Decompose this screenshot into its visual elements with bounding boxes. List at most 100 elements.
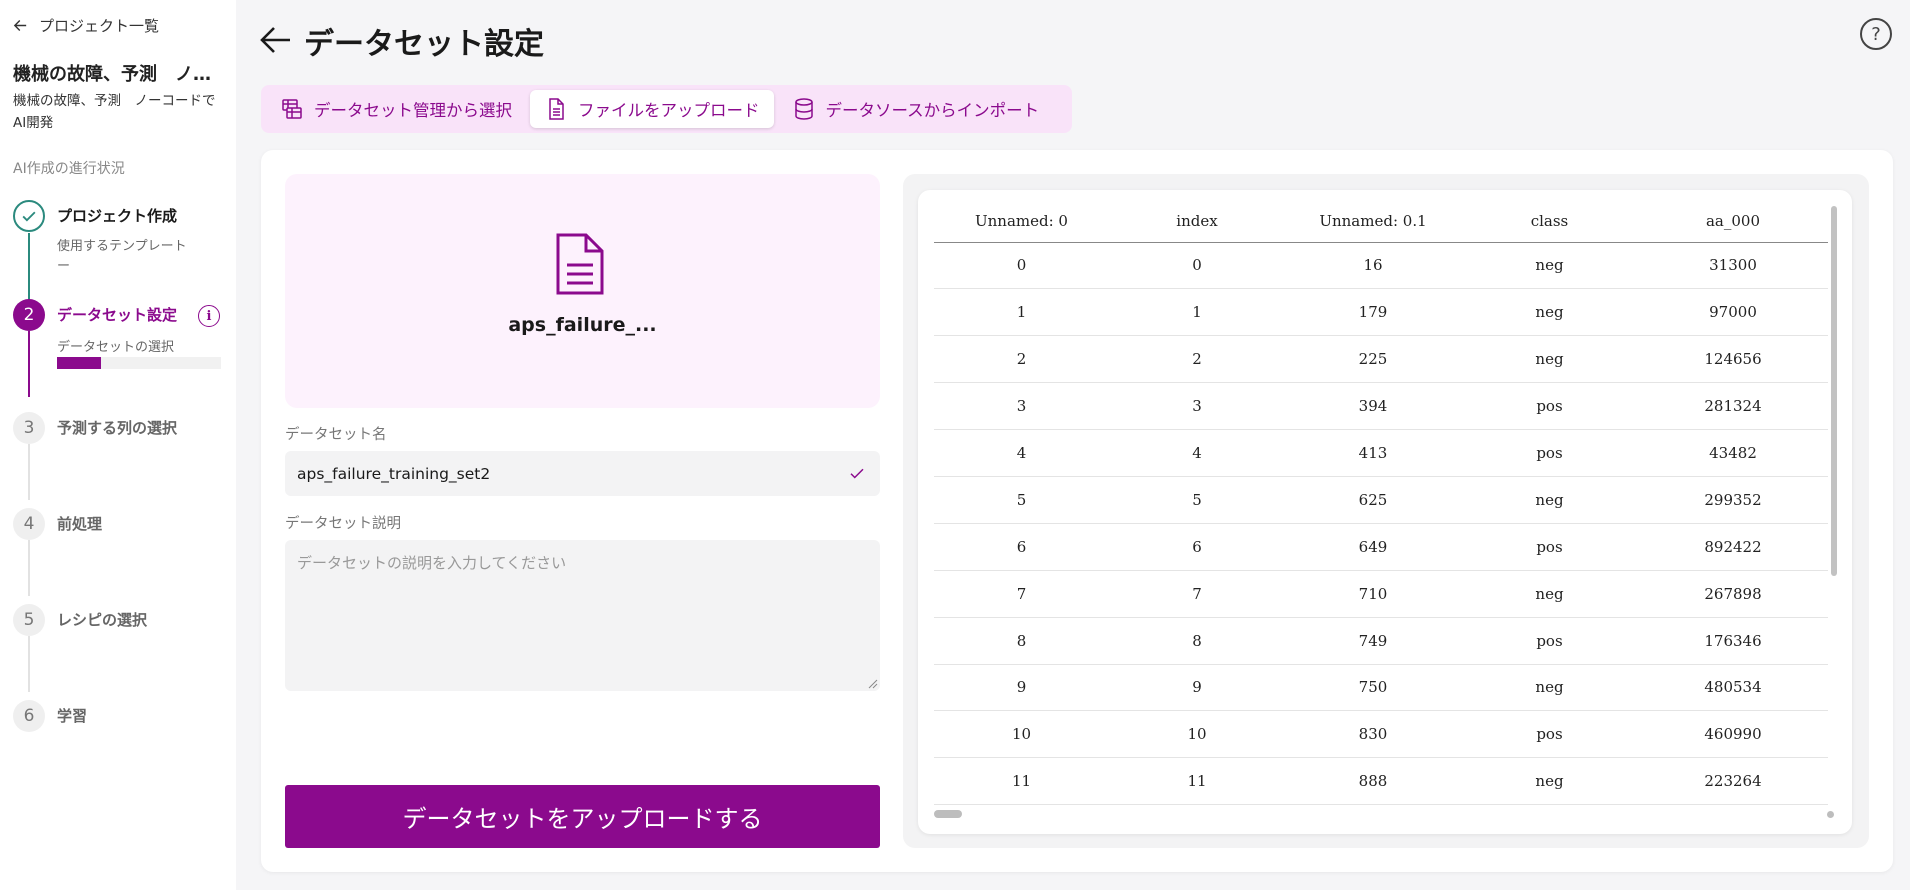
table-row: 5 5 625 neg 299352	[934, 476, 1828, 524]
sidebar: プロジェクト一覧 機械の故障、予測 ノーコードでAI開発 機械の故障、予測 ノー…	[0, 0, 236, 890]
step-title: 前処理	[57, 515, 103, 533]
table-cell: neg	[1461, 242, 1638, 290]
tab-label: データソースからインポート	[825, 101, 1040, 120]
step-number: 3	[13, 412, 45, 444]
table-body: 0 0 16 neg 31300 1 1 179 neg 97000 2 2 225 neg 124656 3…	[934, 242, 1828, 806]
table-cell: 11	[934, 757, 1109, 806]
table-cell: 179	[1285, 288, 1461, 337]
table-cell: 43482	[1638, 429, 1828, 477]
page-title: データセット設定	[304, 27, 544, 62]
table-cell: neg	[1461, 664, 1638, 712]
table-cell: 11	[1109, 757, 1285, 806]
step-connector	[28, 331, 30, 397]
horizontal-scrollbar-end	[1827, 811, 1834, 818]
tab-import-from-datasource[interactable]: データソースからインポート	[778, 90, 1054, 128]
step-title: 学習	[57, 707, 88, 725]
step-connector	[28, 444, 30, 500]
table-cell: 7	[934, 570, 1109, 618]
table-cell: 888	[1285, 757, 1461, 806]
table-cell: 625	[1285, 476, 1461, 524]
table-cell: 225	[1285, 335, 1461, 384]
table-header-row: Unnamed: 0 index Unnamed: 0.1 class aa_0…	[934, 200, 1828, 243]
column-header: index	[1109, 200, 1285, 243]
table-cell: 8	[934, 617, 1109, 665]
progress-heading: AI作成の進行状況	[13, 161, 125, 177]
project-title: 機械の故障、予測 ノーコードでAI開発	[13, 64, 228, 85]
table-cell: neg	[1461, 570, 1638, 618]
step-title: レシピの選択	[57, 611, 148, 629]
table-cell: 97000	[1638, 288, 1828, 337]
uploaded-file-box[interactable]: aps_failure_...	[285, 174, 880, 408]
table-cell: 3	[934, 382, 1109, 431]
table-cell: neg	[1461, 335, 1638, 384]
step-subtitle: 使用するテンプレート	[57, 239, 187, 254]
table-row: 0 0 16 neg 31300	[934, 242, 1828, 290]
table-cell: 267898	[1638, 570, 1828, 618]
table-cell: 7	[1109, 570, 1285, 618]
horizontal-scrollbar-thumb[interactable]	[934, 810, 962, 818]
info-icon[interactable]: i	[198, 305, 220, 327]
column-header: class	[1461, 200, 1638, 243]
tab-label: データセット管理から選択	[314, 101, 512, 120]
table-cell: 299352	[1638, 476, 1828, 524]
table-cell: 2	[934, 335, 1109, 384]
table-cell: 9	[1109, 664, 1285, 712]
table-cell: 4	[1109, 429, 1285, 477]
table-cell: 710	[1285, 570, 1461, 618]
column-header: Unnamed: 0.1	[1285, 200, 1461, 243]
file-icon	[549, 98, 564, 120]
vertical-scrollbar[interactable]	[1831, 206, 1837, 576]
step-progress-bar	[57, 357, 221, 369]
dataset-name-input[interactable]: aps_failure_training_set2	[285, 451, 880, 496]
help-icon[interactable]: ?	[1860, 18, 1892, 50]
table-cell: pos	[1461, 710, 1638, 759]
file-icon	[556, 233, 604, 295]
table-cell: 460990	[1638, 710, 1828, 759]
data-preview-table-container[interactable]: Unnamed: 0 index Unnamed: 0.1 class aa_0…	[918, 190, 1852, 834]
horizontal-scrollbar[interactable]	[934, 810, 1834, 818]
tab-upload-file[interactable]: ファイルをアップロード	[530, 90, 774, 128]
dataset-name-value: aps_failure_training_set2	[297, 464, 491, 483]
table-cell: 749	[1285, 617, 1461, 665]
table-cell: 223264	[1638, 757, 1828, 806]
table-cell: 10	[934, 710, 1109, 759]
table-cell: pos	[1461, 382, 1638, 431]
step-subtitle-value: ー	[57, 259, 71, 274]
dataset-description-textarea[interactable]: データセットの説明を入力してください	[285, 540, 880, 691]
arrow-left-icon	[13, 20, 27, 31]
table-cell: 281324	[1638, 382, 1828, 431]
table-row: 10 10 830 pos 460990	[934, 710, 1828, 759]
step-number: 4	[13, 508, 45, 540]
column-header: Unnamed: 0	[934, 200, 1109, 243]
source-tabs: データセット管理から選択 ファイルをアップロード データソースからインポート	[261, 85, 1072, 133]
back-to-projects-link[interactable]: プロジェクト一覧	[12, 15, 159, 36]
table-cell: 0	[934, 242, 1109, 290]
tab-select-from-dataset-management[interactable]: データセット管理から選択	[266, 90, 526, 128]
table-cell: 830	[1285, 710, 1461, 759]
check-icon	[850, 468, 864, 479]
table-row: 6 6 649 pos 892422	[934, 523, 1828, 571]
table-cell: 176346	[1638, 617, 1828, 665]
upload-dataset-button[interactable]: データセットをアップロードする	[285, 785, 880, 848]
table-cell: 3	[1109, 382, 1285, 431]
data-preview: Unnamed: 0 index Unnamed: 0.1 class aa_0…	[903, 174, 1869, 848]
column-header: aa_000	[1638, 200, 1828, 243]
table-cell: 649	[1285, 523, 1461, 571]
table-cell: neg	[1461, 757, 1638, 806]
table-row: 3 3 394 pos 281324	[934, 382, 1828, 431]
table-cell: 31300	[1638, 242, 1828, 290]
table-cell: 6	[1109, 523, 1285, 571]
file-name: aps_failure_...	[508, 314, 657, 336]
table-cell: 1	[1109, 288, 1285, 337]
back-arrow-icon[interactable]	[258, 22, 294, 58]
resize-grip-icon[interactable]	[868, 679, 878, 689]
step-title: データセット設定	[57, 306, 178, 324]
step-title: プロジェクト作成	[57, 207, 178, 225]
step-connector	[28, 540, 30, 596]
table-cell: 124656	[1638, 335, 1828, 384]
dataset-description-label: データセット説明	[285, 516, 401, 532]
table-row: 7 7 710 neg 267898	[934, 570, 1828, 618]
table-cell: 5	[1109, 476, 1285, 524]
tab-label: ファイルをアップロード	[578, 101, 760, 120]
table-row: 8 8 749 pos 176346	[934, 617, 1828, 665]
